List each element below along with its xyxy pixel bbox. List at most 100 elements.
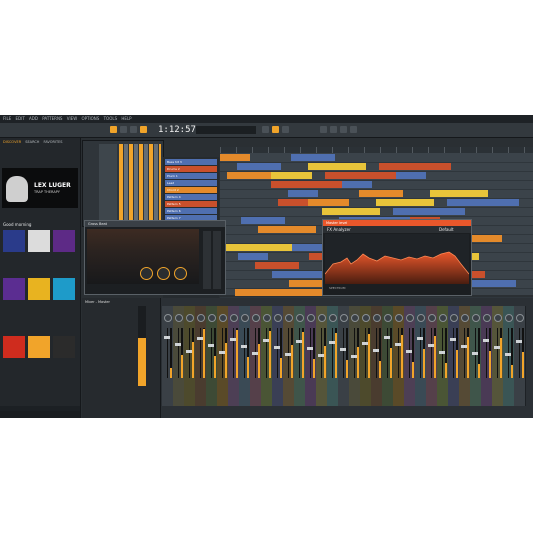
pan-knob[interactable] <box>406 314 414 322</box>
pan-knob[interactable] <box>252 314 260 322</box>
pan-knob[interactable] <box>219 314 227 322</box>
pack-tile[interactable] <box>53 278 75 300</box>
plugin-fader[interactable] <box>203 231 211 289</box>
pattern-clip[interactable] <box>238 253 268 260</box>
playlist-track[interactable] <box>220 172 533 181</box>
paint-tool-button[interactable] <box>282 126 289 133</box>
pan-knob[interactable] <box>516 314 524 322</box>
play-button[interactable] <box>120 126 127 133</box>
pattern-clip[interactable] <box>221 244 293 251</box>
mixer-strip[interactable] <box>514 306 526 406</box>
pan-knob[interactable] <box>318 314 326 322</box>
tab-favorites[interactable]: FAVORITES <box>44 140 63 144</box>
pattern-clip[interactable] <box>227 172 271 179</box>
pattern-clip[interactable] <box>447 199 519 206</box>
pan-knob[interactable] <box>164 314 172 322</box>
pan-knob[interactable] <box>362 314 370 322</box>
pan-knob[interactable] <box>417 314 425 322</box>
pan-knob[interactable] <box>175 314 183 322</box>
draw-tool-button[interactable] <box>272 126 279 133</box>
pan-knob[interactable] <box>428 314 436 322</box>
pack-tile[interactable] <box>3 278 25 300</box>
mixer-view-button[interactable] <box>340 126 347 133</box>
pack-tile[interactable] <box>3 230 25 252</box>
pattern-clip[interactable] <box>237 163 281 170</box>
spectrum-tab[interactable]: SPECTRUM <box>329 286 345 290</box>
pattern-item[interactable]: Lead <box>165 180 217 186</box>
plugin-knob[interactable] <box>140 267 153 280</box>
pattern-clip[interactable] <box>308 163 366 170</box>
pattern-clip[interactable] <box>292 244 322 251</box>
pan-knob[interactable] <box>296 314 304 322</box>
playlist-view-button[interactable] <box>320 126 327 133</box>
pan-knob[interactable] <box>329 314 337 322</box>
pan-knob[interactable] <box>230 314 238 322</box>
pattern-clip[interactable] <box>430 190 488 197</box>
pattern-clip[interactable] <box>278 199 308 206</box>
pattern-clip[interactable] <box>342 181 372 188</box>
snap-button[interactable] <box>262 126 269 133</box>
record-button[interactable] <box>140 126 147 133</box>
pan-knob[interactable] <box>384 314 392 322</box>
pattern-mode-button[interactable] <box>110 126 117 133</box>
pattern-clip[interactable] <box>376 199 434 206</box>
pattern-clip[interactable] <box>305 199 349 206</box>
menu-options[interactable]: OPTIONS <box>81 116 99 121</box>
pattern-clip[interactable] <box>220 154 250 161</box>
pattern-clip[interactable] <box>241 217 285 224</box>
pan-knob[interactable] <box>241 314 249 322</box>
playlist-track[interactable] <box>220 181 533 190</box>
pack-tile[interactable] <box>53 230 75 252</box>
pan-knob[interactable] <box>285 314 293 322</box>
pack-tile[interactable] <box>28 278 50 300</box>
pattern-clip[interactable] <box>255 262 299 269</box>
pattern-clip[interactable] <box>393 208 465 215</box>
menu-file[interactable]: FILE <box>3 116 11 121</box>
pattern-clip[interactable] <box>322 208 380 215</box>
menu-help[interactable]: HELP <box>121 116 131 121</box>
pan-knob[interactable] <box>197 314 205 322</box>
pan-knob[interactable] <box>274 314 282 322</box>
pan-knob[interactable] <box>461 314 469 322</box>
pattern-clip[interactable] <box>288 190 318 197</box>
pan-knob[interactable] <box>340 314 348 322</box>
pan-knob[interactable] <box>494 314 502 322</box>
pattern-clip[interactable] <box>325 172 397 179</box>
pan-knob[interactable] <box>208 314 216 322</box>
pan-knob[interactable] <box>450 314 458 322</box>
tab-search[interactable]: SEARCH <box>25 140 39 144</box>
menu-tools[interactable]: TOOLS <box>104 116 118 121</box>
pattern-item[interactable]: Chord 2 <box>165 187 217 193</box>
pattern-clip[interactable] <box>359 190 403 197</box>
playlist-track[interactable] <box>220 208 533 217</box>
pan-knob[interactable] <box>307 314 315 322</box>
featured-banner[interactable]: LEX LUGER TRAP THERAPY <box>2 168 78 208</box>
menu-view[interactable]: VIEW <box>67 116 77 121</box>
pan-knob[interactable] <box>186 314 194 322</box>
timeline-ruler[interactable] <box>220 147 533 153</box>
analyzer-preset[interactable]: Default <box>435 226 454 233</box>
plugin-knob[interactable] <box>174 267 187 280</box>
pan-knob[interactable] <box>351 314 359 322</box>
pan-knob[interactable] <box>505 314 513 322</box>
pattern-clip[interactable] <box>379 163 451 170</box>
pack-tile[interactable] <box>53 336 75 358</box>
piano-roll-view-button[interactable] <box>330 126 337 133</box>
stop-button[interactable] <box>130 126 137 133</box>
pan-knob[interactable] <box>483 314 491 322</box>
pattern-clip[interactable] <box>291 154 335 161</box>
pattern-item[interactable]: Pattern 5 <box>165 201 217 207</box>
pack-tile[interactable] <box>28 336 50 358</box>
pattern-clip[interactable] <box>271 181 343 188</box>
menu-add[interactable]: ADD <box>29 116 38 121</box>
pattern-item[interactable]: Pattern 4 <box>165 194 217 200</box>
pack-tile[interactable] <box>28 230 50 252</box>
pan-knob[interactable] <box>395 314 403 322</box>
tab-discover[interactable]: DISCOVER <box>3 140 21 144</box>
plugin-fader[interactable] <box>213 231 221 289</box>
pattern-clip[interactable] <box>396 172 426 179</box>
playlist-track[interactable] <box>220 154 533 163</box>
pack-tile[interactable] <box>3 336 25 358</box>
pattern-item[interactable]: Pattern 6 <box>165 208 217 214</box>
menu-edit[interactable]: EDIT <box>16 116 25 121</box>
